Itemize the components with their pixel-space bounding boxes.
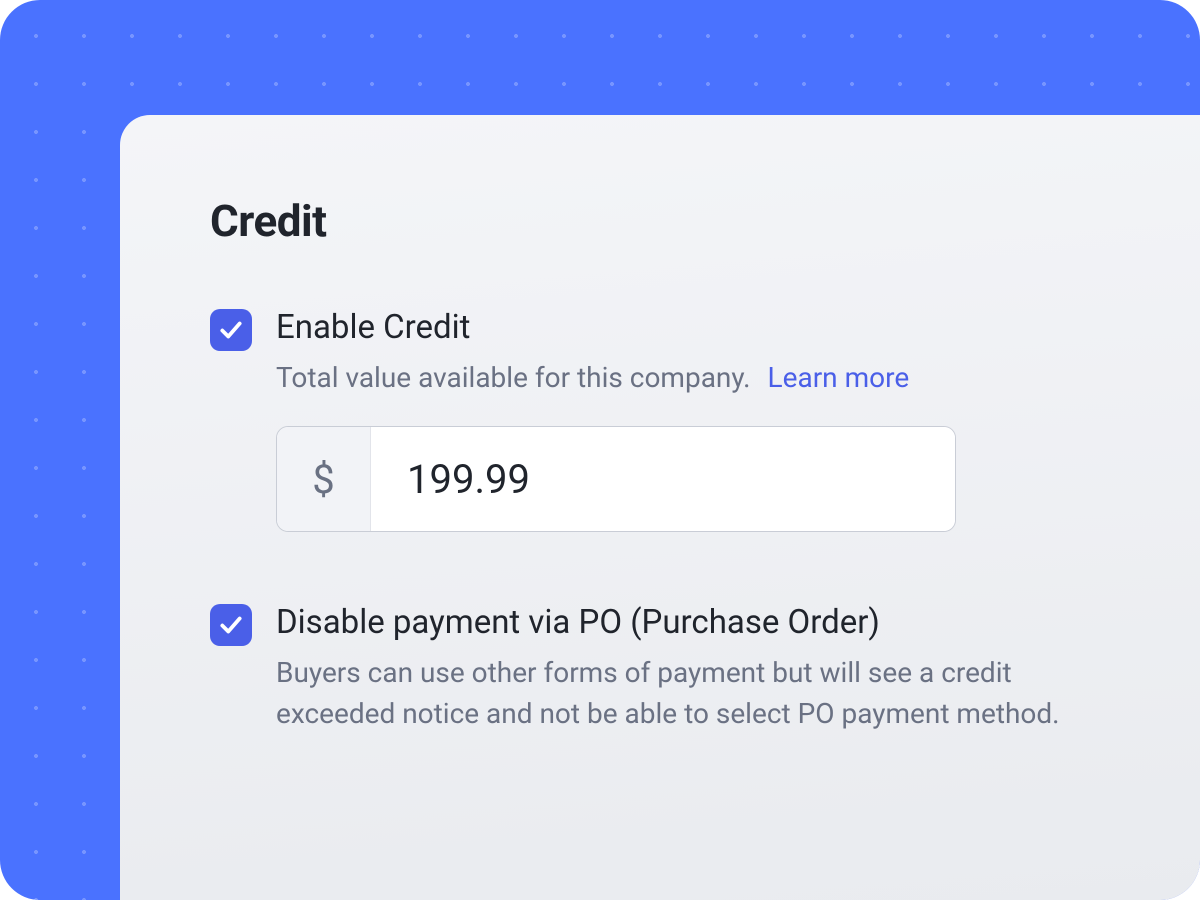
enable-credit-option: Enable Credit Total value available for … xyxy=(210,307,1120,532)
disable-po-option: Disable payment via PO (Purchase Order) … xyxy=(210,602,1120,734)
background-frame: Credit Enable Credit Total value availab… xyxy=(0,0,1200,900)
currency-prefix: $ xyxy=(277,427,371,531)
enable-credit-description-text: Total value available for this company. xyxy=(276,361,751,394)
disable-po-description: Buyers can use other forms of payment bu… xyxy=(276,653,1120,734)
disable-po-body: Disable payment via PO (Purchase Order) … xyxy=(276,602,1120,734)
check-icon xyxy=(218,317,244,343)
enable-credit-body: Enable Credit Total value available for … xyxy=(276,307,1120,532)
enable-credit-label: Enable Credit xyxy=(276,307,1120,350)
disable-po-checkbox[interactable] xyxy=(210,604,252,646)
section-title: Credit xyxy=(210,195,1120,247)
check-icon xyxy=(218,612,244,638)
learn-more-link[interactable]: Learn more xyxy=(768,361,910,394)
enable-credit-checkbox[interactable] xyxy=(210,309,252,351)
credit-amount-input[interactable] xyxy=(371,427,955,531)
credit-amount-input-group: $ xyxy=(276,426,956,532)
disable-po-label: Disable payment via PO (Purchase Order) xyxy=(276,602,1120,645)
credit-settings-panel: Credit Enable Credit Total value availab… xyxy=(120,115,1200,900)
enable-credit-description: Total value available for this company. … xyxy=(276,358,1120,399)
